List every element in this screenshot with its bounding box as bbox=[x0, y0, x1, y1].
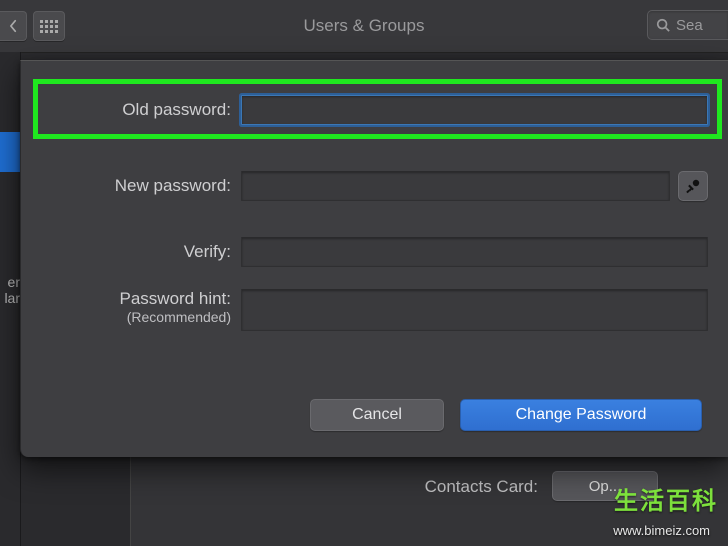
title-bar: Users & Groups Sea bbox=[0, 0, 728, 53]
new-password-label: New password: bbox=[21, 176, 241, 196]
verify-row: Verify: bbox=[21, 237, 708, 267]
old-password-label: Old password: bbox=[21, 100, 241, 120]
change-password-button[interactable]: Change Password bbox=[460, 399, 702, 431]
search-field[interactable]: Sea bbox=[647, 10, 728, 40]
sidebar-user-role-fragment: erlar bbox=[0, 274, 20, 306]
window-title: Users & Groups bbox=[0, 16, 728, 36]
old-password-input[interactable] bbox=[241, 95, 708, 125]
users-sidebar: erlar bbox=[0, 52, 21, 546]
dialog-buttons: Cancel Change Password bbox=[310, 399, 702, 431]
grid-icon bbox=[36, 16, 62, 37]
new-password-input[interactable] bbox=[241, 171, 670, 201]
search-icon bbox=[656, 18, 670, 32]
hint-label: Password hint: (Recommended) bbox=[21, 289, 241, 326]
old-password-row: Old password: bbox=[21, 95, 708, 125]
password-assistant-button[interactable] bbox=[678, 171, 708, 201]
key-icon bbox=[685, 178, 701, 194]
verify-input[interactable] bbox=[241, 237, 708, 267]
show-all-button[interactable] bbox=[33, 11, 65, 41]
contacts-card-label: Contacts Card: bbox=[425, 477, 538, 497]
sidebar-selected-user[interactable] bbox=[0, 132, 20, 172]
new-password-row: New password: bbox=[21, 171, 708, 201]
users-groups-window: Users & Groups Sea erlar Contacts Card: … bbox=[0, 0, 728, 546]
back-button[interactable] bbox=[0, 11, 27, 41]
verify-label: Verify: bbox=[21, 242, 241, 262]
watermark-url: www.bimeiz.com bbox=[613, 523, 710, 538]
hint-input[interactable] bbox=[241, 289, 708, 331]
watermark-logo: 生活百科 bbox=[614, 481, 718, 516]
search-placeholder: Sea bbox=[676, 17, 703, 34]
hint-row: Password hint: (Recommended) bbox=[21, 289, 708, 331]
cancel-button[interactable]: Cancel bbox=[310, 399, 444, 431]
change-password-dialog: Old password: New password: Verify: Pass… bbox=[20, 60, 728, 457]
